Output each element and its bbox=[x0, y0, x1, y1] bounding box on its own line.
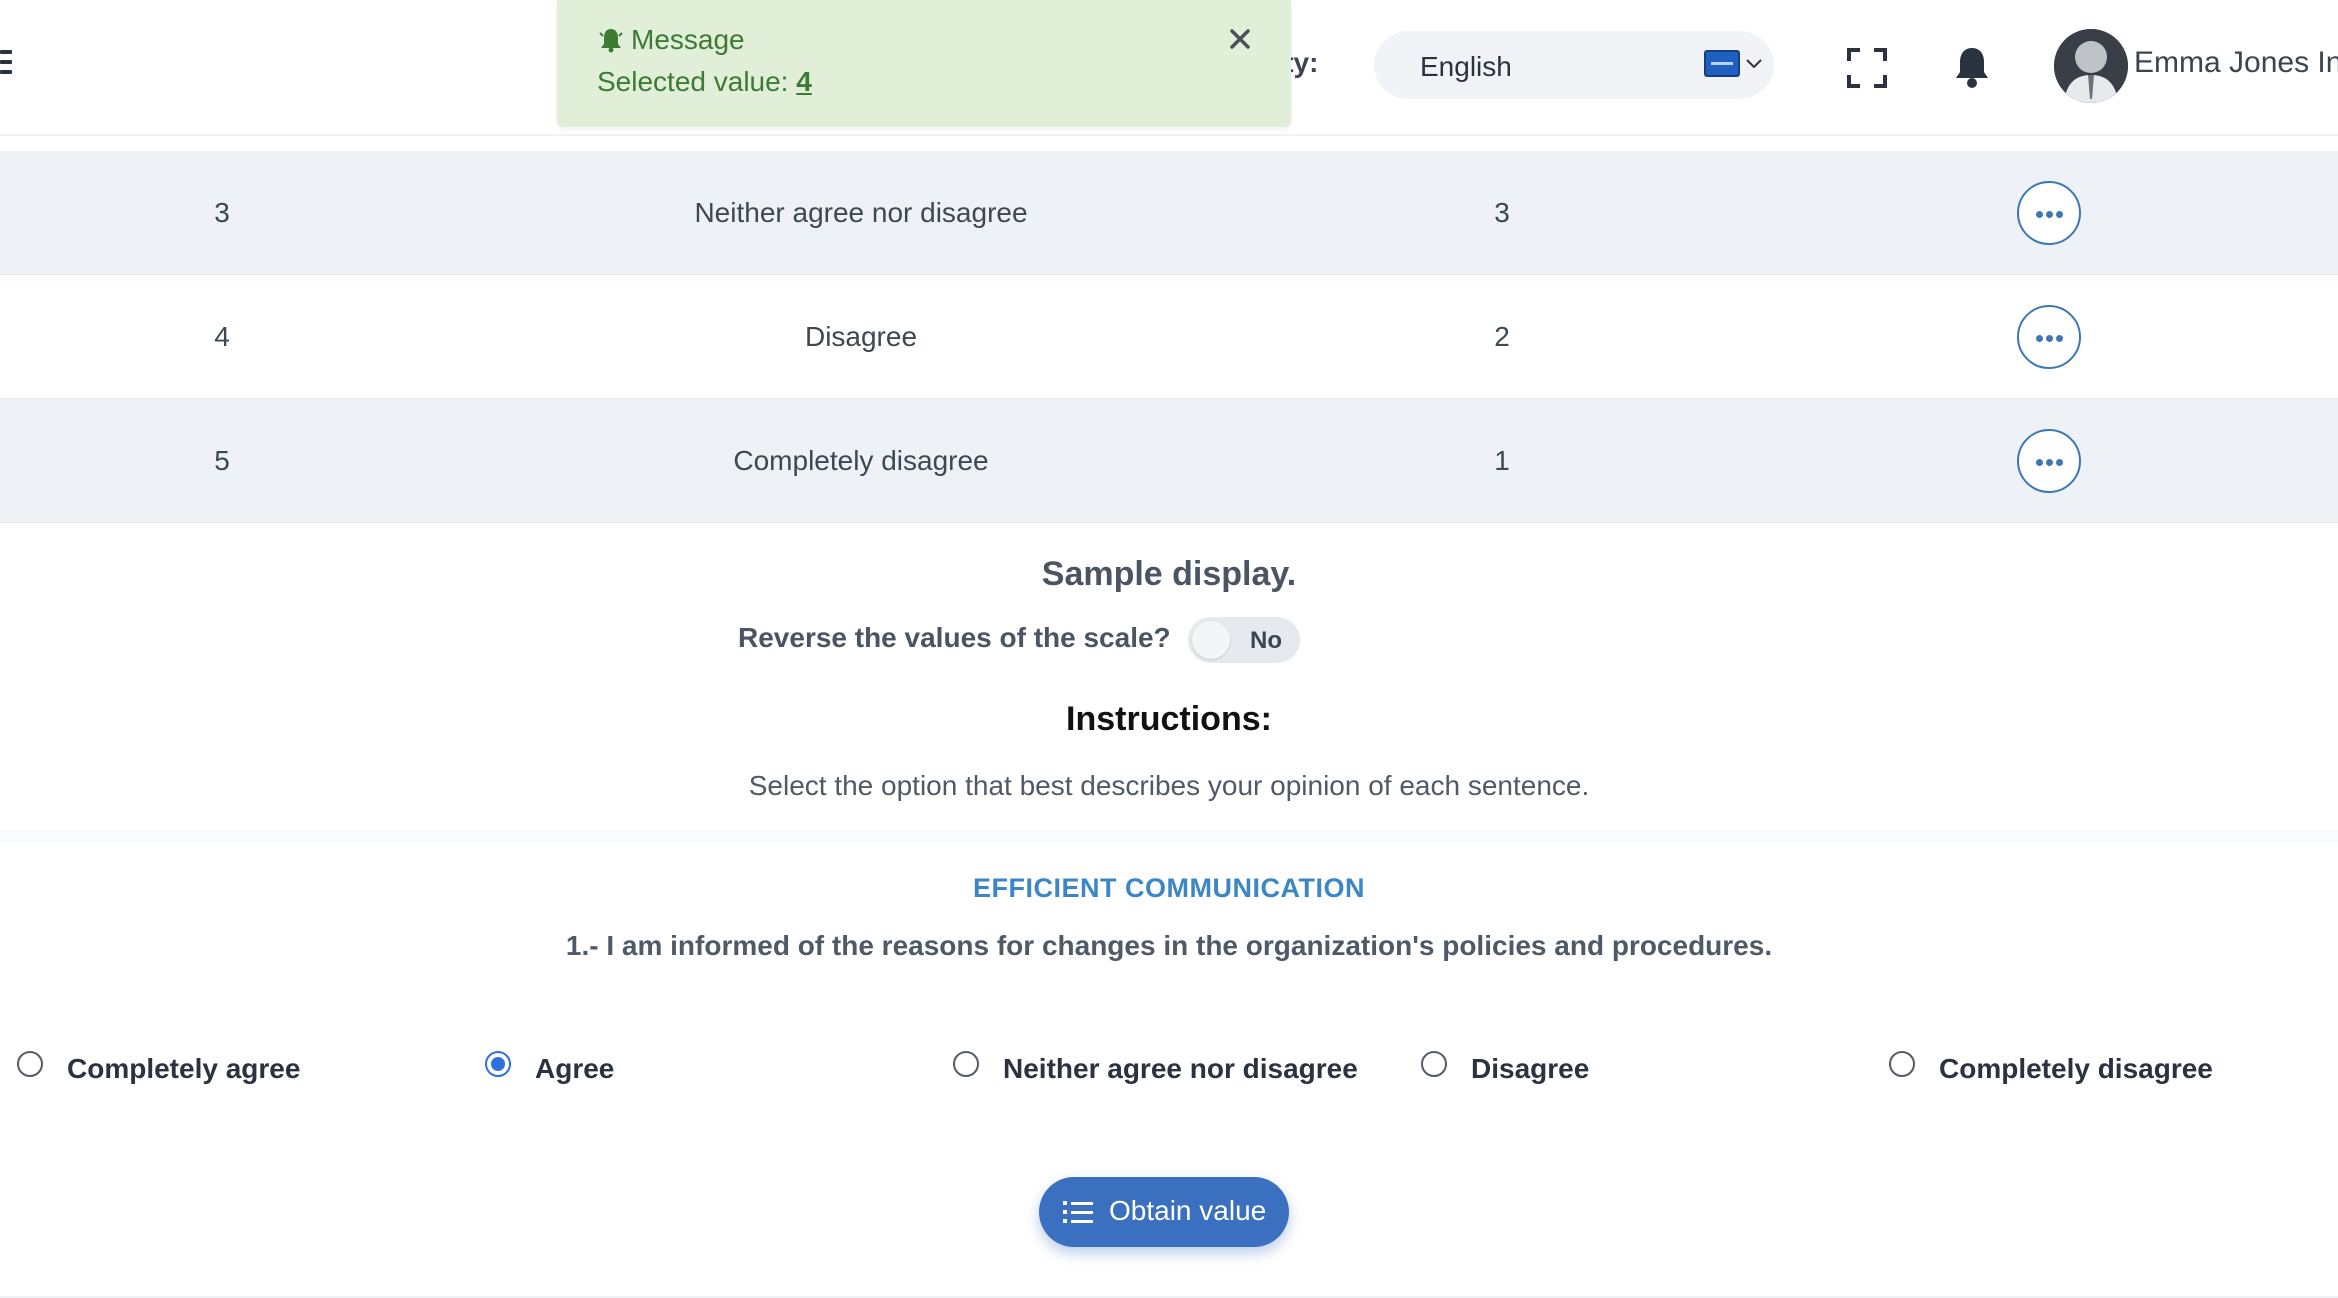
language-value: English bbox=[1420, 51, 1512, 82]
option-disagree[interactable]: Disagree bbox=[1421, 1049, 1621, 1085]
user-name[interactable]: Emma Jones Ing bbox=[2134, 46, 2338, 80]
table-row: 3 Neither agree nor disagree 3 bbox=[0, 151, 2338, 275]
scale-table: 3 Neither agree nor disagree 3 4 Disagre… bbox=[0, 151, 2338, 523]
radio-button[interactable] bbox=[1889, 1051, 1915, 1077]
radio-button[interactable] bbox=[953, 1051, 979, 1077]
option-agree[interactable]: Agree bbox=[485, 1049, 685, 1085]
section-title: EFFICIENT COMMUNICATION bbox=[973, 873, 1365, 903]
row-actions-button[interactable] bbox=[2017, 181, 2081, 245]
table-row: 5 Completely disagree 1 bbox=[0, 399, 2338, 523]
toast-title: Message bbox=[631, 24, 745, 55]
instructions-title: Instructions: bbox=[1066, 700, 1272, 738]
fullscreen-icon[interactable] bbox=[1846, 47, 1888, 89]
row-index: 4 bbox=[214, 321, 230, 352]
reverse-scale-toggle[interactable]: No bbox=[1188, 617, 1300, 663]
row-index: 5 bbox=[214, 445, 230, 476]
toast-body: Selected value: 4 bbox=[597, 66, 812, 98]
language-select[interactable]: English bbox=[1374, 31, 1774, 99]
row-label: Completely disagree bbox=[733, 445, 989, 476]
toast-body-prefix: Selected value: bbox=[597, 66, 797, 97]
close-icon[interactable] bbox=[1227, 26, 1253, 52]
message-toast: Message Selected value: 4 bbox=[557, 0, 1291, 127]
radio-button-selected[interactable] bbox=[485, 1051, 511, 1077]
obtain-value-label: Obtain value bbox=[1109, 1195, 1267, 1226]
bell-ring-icon bbox=[599, 29, 623, 53]
flag-icon bbox=[1704, 50, 1740, 77]
obtain-value-button[interactable]: Obtain value bbox=[1039, 1177, 1289, 1247]
option-label: Agree bbox=[535, 1053, 615, 1084]
option-label: Neither agree nor disagree bbox=[1003, 1053, 1358, 1084]
row-actions-button[interactable] bbox=[2017, 305, 2081, 369]
option-completely-agree[interactable]: Completely agree bbox=[17, 1049, 317, 1085]
row-value: 1 bbox=[1494, 445, 1510, 476]
question-text: 1.- I am informed of the reasons for cha… bbox=[565, 930, 1773, 961]
option-label: Disagree bbox=[1471, 1053, 1590, 1084]
option-label: Completely agree bbox=[67, 1053, 301, 1084]
radio-button[interactable] bbox=[1421, 1051, 1447, 1077]
row-value: 2 bbox=[1494, 321, 1510, 352]
option-neither-agree-nor-disagree[interactable]: Neither agree nor disagree bbox=[953, 1049, 1358, 1085]
list-icon bbox=[1063, 1201, 1093, 1223]
radio-button[interactable] bbox=[17, 1051, 43, 1077]
option-label: Completely disagree bbox=[1939, 1053, 2213, 1084]
chevron-down-icon bbox=[1746, 59, 1762, 69]
toggle-text: No bbox=[1250, 627, 1282, 654]
menu-icon[interactable] bbox=[0, 50, 12, 74]
avatar[interactable] bbox=[2054, 29, 2128, 103]
user-avatar-icon bbox=[2054, 29, 2128, 103]
toggle-knob bbox=[1192, 621, 1230, 659]
row-index: 3 bbox=[214, 197, 230, 228]
section-divider bbox=[0, 830, 2338, 842]
option-completely-disagree[interactable]: Completely disagree bbox=[1889, 1049, 2229, 1085]
toast-selected-value: 4 bbox=[796, 66, 812, 97]
table-row: 4 Disagree 2 bbox=[0, 275, 2338, 399]
reverse-scale-label: Reverse the values of the scale? bbox=[738, 622, 1171, 653]
row-label: Disagree bbox=[804, 321, 918, 352]
bell-icon[interactable] bbox=[1952, 44, 1992, 90]
row-label: Neither agree nor disagree bbox=[694, 197, 1028, 228]
row-value: 3 bbox=[1494, 197, 1510, 228]
row-actions-button[interactable] bbox=[2017, 429, 2081, 493]
instructions-text: Select the option that best describes yo… bbox=[748, 770, 1590, 801]
sample-display-title: Sample display. bbox=[1041, 555, 1297, 593]
